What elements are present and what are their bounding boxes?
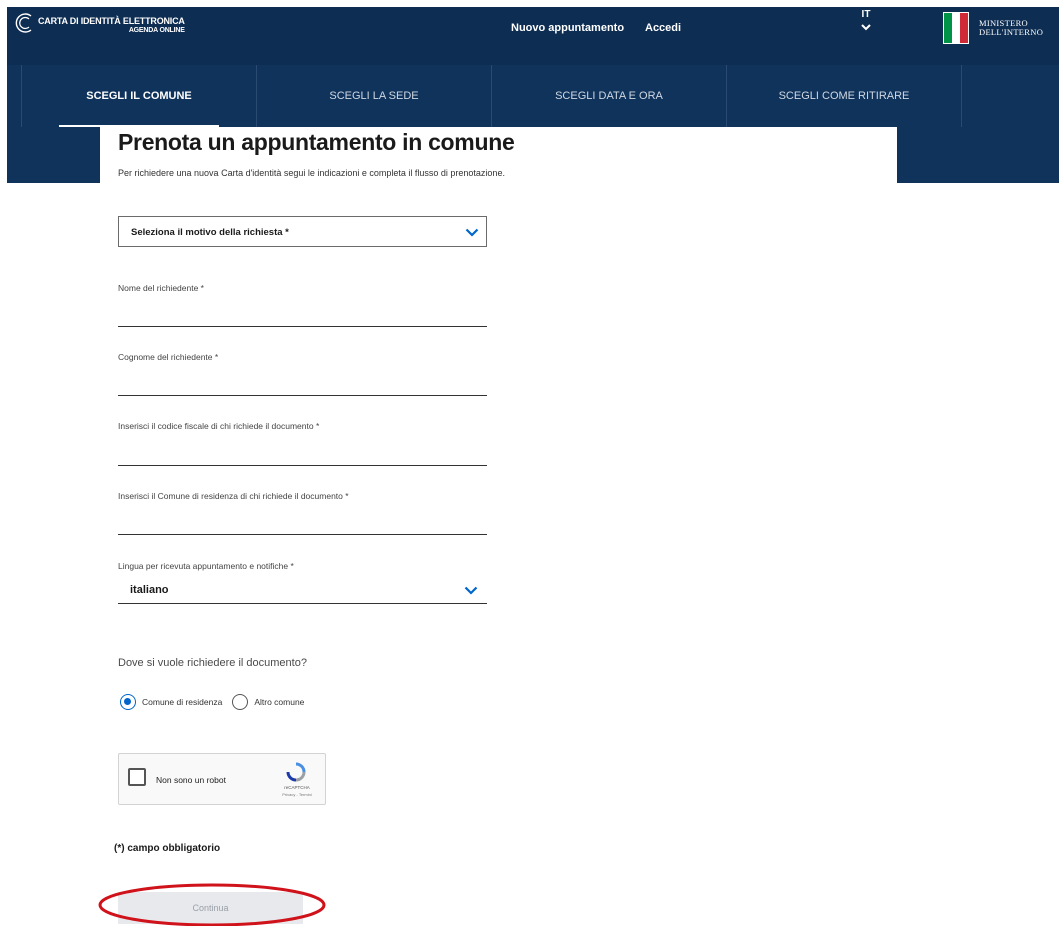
radio-other-label[interactable]: Altro comune <box>254 697 304 707</box>
login-link[interactable]: Accedi <box>645 22 681 34</box>
step-choose-date-time[interactable]: SCEGLI DATA E ORA <box>492 65 727 127</box>
chevron-down-icon <box>861 24 871 31</box>
continue-button[interactable]: Continua <box>118 892 303 924</box>
language-label: Lingua per ricevuta appuntamento e notif… <box>118 561 294 571</box>
brand-subtitle: AGENDA ONLINE <box>128 27 185 34</box>
recaptcha-links[interactable]: Privacy - Termini <box>274 792 320 797</box>
brand-title: CARTA DI IDENTITÀ ELETTRONICA <box>38 16 185 26</box>
residence-input[interactable] <box>118 517 487 535</box>
ministry-logo[interactable]: MINISTERO DELL'INTERNO <box>943 12 1043 44</box>
ministry-line2: DELL'INTERNO <box>979 27 1044 37</box>
recaptcha-checkbox[interactable] <box>128 768 146 786</box>
brand[interactable]: CARTA DI IDENTITÀ ELETTRONICA AGENDA ONL… <box>14 12 185 36</box>
new-appointment-link[interactable]: Nuovo appuntamento <box>511 22 624 34</box>
recaptcha-icon <box>286 762 306 782</box>
surname-input[interactable] <box>118 378 487 396</box>
language-select-value: italiano <box>130 584 169 596</box>
name-label: Nome del richiedente * <box>118 283 204 293</box>
radio-other[interactable] <box>232 694 249 710</box>
recaptcha-brand: reCAPTCHA <box>284 785 310 790</box>
chevron-down-icon <box>464 586 478 595</box>
page-title: Prenota un appuntamento in comune <box>118 129 515 155</box>
required-note: (*) campo obbligatorio <box>114 843 221 854</box>
step-choose-office[interactable]: SCEGLI LA SEDE <box>257 65 492 127</box>
italian-flag-icon <box>943 12 969 44</box>
steps-nav: SCEGLI IL COMUNE SCEGLI LA SEDE SCEGLI D… <box>21 65 963 127</box>
step-choose-pickup[interactable]: SCEGLI COME RITIRARE <box>727 65 962 127</box>
cie-logo-icon <box>15 13 32 33</box>
name-input[interactable] <box>118 309 487 327</box>
surname-label: Cognome del richiedente * <box>118 352 219 362</box>
language-code: IT <box>861 9 871 20</box>
radio-residence-label[interactable]: Comune di residenza <box>142 697 222 707</box>
chevron-down-icon <box>465 228 479 237</box>
language-select[interactable]: italiano <box>118 578 487 604</box>
residence-label: Inserisci il Comune di residenza di chi … <box>118 491 349 501</box>
page-subtitle: Per richiedere una nuova Carta d'identit… <box>118 168 505 178</box>
reason-select[interactable]: Seleziona il motivo della richiesta * <box>118 216 487 247</box>
fiscal-code-input[interactable] <box>118 448 487 466</box>
recaptcha-widget: Non sono un robot reCAPTCHA Privacy - Te… <box>118 753 326 805</box>
where-radio-group: Comune di residenza Altro comune <box>120 694 314 710</box>
step-choose-municipality[interactable]: SCEGLI IL COMUNE <box>22 65 257 127</box>
where-question: Dove si vuole richiedere il documento? <box>118 657 307 669</box>
reason-select-value: Seleziona il motivo della richiesta * <box>131 227 289 238</box>
recaptcha-label: Non sono un robot <box>156 775 226 785</box>
radio-residence[interactable] <box>120 694 136 710</box>
language-selector[interactable]: IT <box>858 9 874 31</box>
fiscal-code-label: Inserisci il codice fiscale di chi richi… <box>118 421 320 431</box>
